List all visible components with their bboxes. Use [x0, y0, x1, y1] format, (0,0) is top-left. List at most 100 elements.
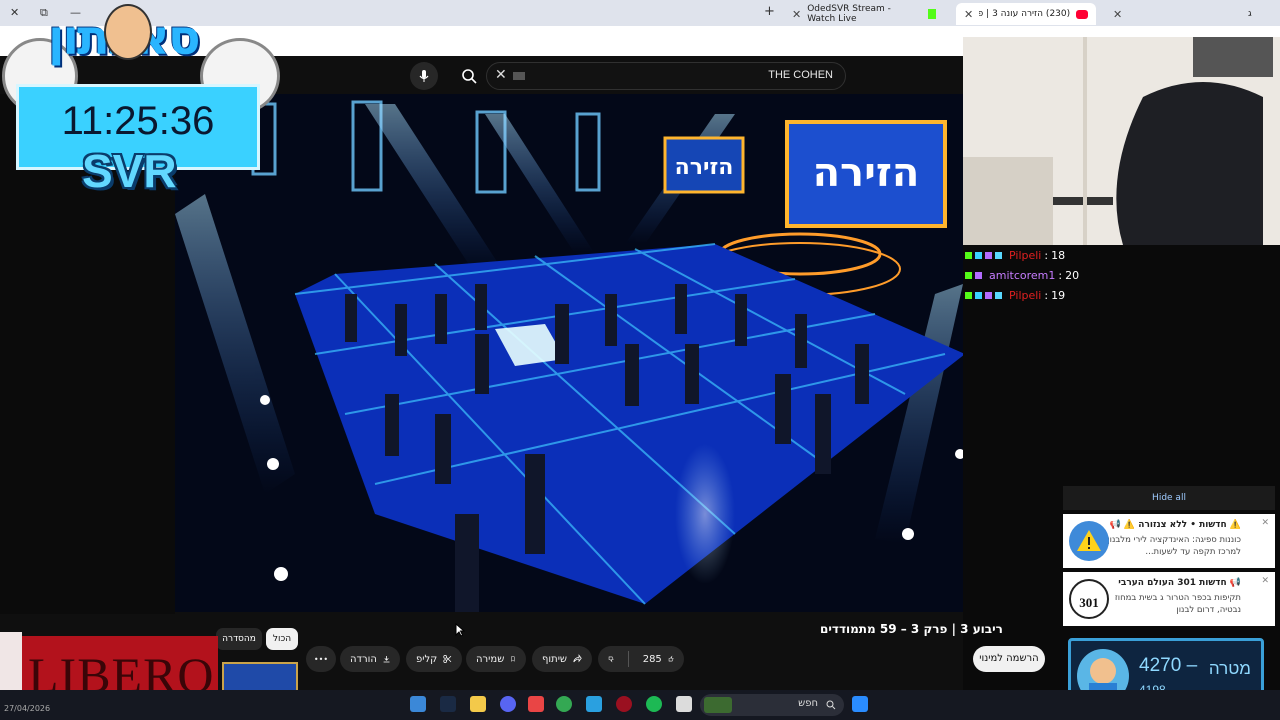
chat-text: 19: [1051, 288, 1066, 302]
share-button[interactable]: שיתוף: [532, 646, 592, 672]
svg-text:301: 301: [1079, 595, 1099, 610]
notification-card[interactable]: ✕ ⚠️ חדשות • ללא צנזורה ⚠️ 📢 כוננות ספיג…: [1063, 514, 1275, 568]
download-icon: [383, 656, 390, 663]
close-icon[interactable]: ✕: [1261, 576, 1269, 586]
hide-all-button[interactable]: Hide all: [1063, 486, 1275, 510]
notification-body: תקיפות בכפר הטרור ג בשית במחוז נבטיה, דר…: [1114, 593, 1241, 615]
goal-label: מטרה: [1208, 659, 1251, 678]
kick-icon: [927, 9, 936, 19]
301-news-icon: 301: [1069, 579, 1109, 619]
restore-window-button[interactable]: ⧉: [40, 6, 48, 20]
sword-icon: [985, 251, 992, 259]
goal-target-value: 4270: [1139, 655, 1182, 676]
clock-time: 11:25:36: [61, 99, 215, 143]
close-tab-icon[interactable]: ✕: [1105, 3, 1130, 25]
notification-body: כוננות ספיגה: האינדקציה לירי מלבנון למרכ…: [1107, 535, 1241, 557]
tab-title: (230) הזירה עונה 3 | פרק 3: [979, 9, 1071, 19]
taskbar: [0, 690, 1280, 720]
share-label: שיתוף: [542, 653, 568, 665]
gift-icon: [995, 251, 1002, 259]
tab-kick-stream[interactable]: ✕ OdedSVR Stream - Watch Live: [784, 3, 944, 25]
thumbs-up-icon[interactable]: [668, 653, 674, 665]
app-window-icon[interactable]: [676, 696, 692, 712]
discord-icon[interactable]: [500, 696, 516, 712]
scissors-icon: [443, 654, 452, 664]
svr-brand: SVR: [82, 145, 177, 197]
search-value: THE COHEN: [768, 69, 833, 81]
clip-button[interactable]: קליפ: [406, 646, 462, 672]
thumbnail[interactable]: [222, 662, 298, 692]
kick-badge-icon: [965, 271, 972, 279]
kick-badge-icon: [965, 291, 972, 299]
chat-overlay: Pilpeli : 18 amitcorem1 : 20 Pilpeli : 1…: [965, 245, 1105, 305]
more-actions-button[interactable]: •••: [306, 646, 336, 672]
chip-all[interactable]: הכול: [266, 628, 298, 650]
svg-text:הזירה: הזירה: [675, 155, 734, 180]
search-icon: [826, 700, 836, 710]
close-window-button[interactable]: ✕: [10, 6, 19, 19]
webcam-feed: [963, 37, 1280, 245]
new-tab-button[interactable]: +: [764, 4, 775, 19]
like-count: 285: [642, 653, 662, 665]
microphone-icon: [419, 70, 429, 82]
chat-username: Pilpeli: [1009, 248, 1042, 262]
search-input[interactable]: ✕ THE COHEN: [486, 62, 846, 90]
goal-dash: –: [1186, 655, 1198, 676]
search-icon: [462, 69, 477, 84]
chat-message: Pilpeli : 18: [965, 245, 1105, 265]
chat-text: 20: [1065, 268, 1080, 282]
close-icon[interactable]: ✕: [1261, 518, 1269, 528]
search-highlight-icon: [704, 697, 732, 713]
chat-username: Pilpeli: [1009, 288, 1042, 302]
windows-start-icon[interactable]: [852, 696, 868, 712]
subscribe-button[interactable]: הרשמה למינוי: [973, 646, 1045, 672]
tab-youtube[interactable]: ✕ (230) הזירה עונה 3 | פרק 3: [956, 3, 1096, 25]
clear-search-icon[interactable]: ✕: [495, 67, 507, 83]
warning-icon: [1069, 521, 1109, 561]
diamond-icon: [975, 251, 982, 259]
notification-title: ⚠️ חדשות • ללא צנזורה ⚠️ 📢: [1109, 520, 1241, 530]
avatar: [104, 4, 152, 60]
chrome-icon[interactable]: [556, 696, 572, 712]
webcam-image: [963, 37, 1280, 245]
taskbar-search-text: חפש: [798, 698, 818, 709]
notification-card[interactable]: ✕ 📢 חדשות 301 העולם הערבי תקיפות בכפר הט…: [1063, 572, 1275, 626]
telegram-icon[interactable]: [586, 696, 602, 712]
video-player[interactable]: הזירה הזירה: [175, 94, 963, 612]
svg-text:הזירה: הזירה: [813, 150, 920, 196]
app-icon[interactable]: [528, 696, 544, 712]
photos-icon[interactable]: [410, 696, 426, 712]
close-tab-icon[interactable]: ✕: [792, 8, 801, 21]
chip-series[interactable]: מהסדרה: [216, 628, 262, 650]
save-button[interactable]: שמירה: [466, 646, 526, 672]
chat-message: amitcorem1 : 20: [965, 265, 1105, 285]
voice-search-button[interactable]: [410, 62, 438, 90]
tab-title: OdedSVR Stream - Watch Live: [807, 4, 891, 24]
taskbar-search[interactable]: חפש: [700, 694, 844, 716]
notification-title: 📢 חדשות 301 העולם הערבי: [1118, 578, 1241, 588]
clip-label: קליפ: [416, 653, 438, 665]
text-cursor: [513, 72, 525, 80]
chat-username: amitcorem1: [989, 268, 1056, 282]
sword-icon: [985, 291, 992, 299]
diamond-icon: [975, 291, 982, 299]
tab-title: ג: [1248, 9, 1252, 19]
search-button[interactable]: [455, 62, 483, 90]
gift-icon: [995, 291, 1002, 299]
bookmark-icon: [511, 656, 515, 662]
tab-other[interactable]: ג: [1240, 3, 1260, 25]
obs-icon[interactable]: [616, 696, 632, 712]
spotify-icon[interactable]: [646, 696, 662, 712]
like-dislike-group: 285: [598, 646, 684, 672]
share-icon: [573, 654, 582, 663]
chat-text: 18: [1051, 248, 1066, 262]
file-explorer-icon[interactable]: [470, 696, 486, 712]
more-icon: •••: [313, 654, 329, 664]
thumbs-down-icon[interactable]: [608, 653, 614, 665]
video-title: ריבוע 3 | פרק 3 – 59 מתמודדים: [820, 622, 1003, 636]
video-frame: הזירה הזירה: [175, 94, 963, 612]
chat-message: Pilpeli : 19: [965, 285, 1105, 305]
close-tab-icon[interactable]: ✕: [964, 8, 973, 21]
steam-icon[interactable]: [440, 696, 456, 712]
download-button[interactable]: הורדה: [340, 646, 400, 672]
